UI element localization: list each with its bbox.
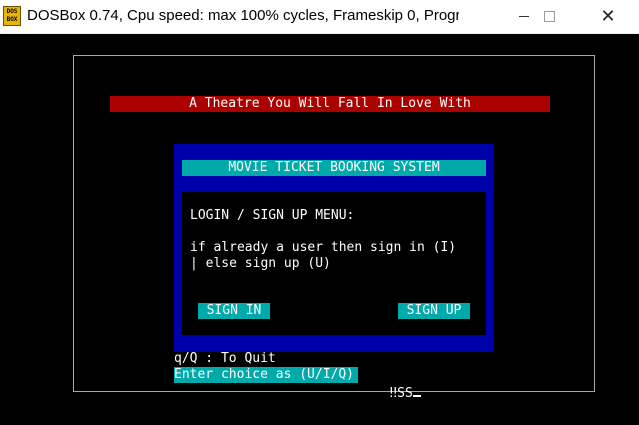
input-echo[interactable]: ‼SS — [358, 367, 421, 418]
quit-hint: q/Q : To Quit — [174, 351, 276, 366]
instruction-line-2: | else sign up (U) — [190, 256, 331, 271]
window-title: DOSBox 0.74, Cpu speed: max 100% cycles,… — [27, 7, 459, 24]
input-echo-text: ‼SS — [389, 386, 413, 401]
choice-prompt: Enter choice as (U/I/Q) — [174, 367, 355, 382]
menu-heading: LOGIN / SIGN UP MENU: — [190, 208, 355, 223]
dos-screen[interactable]: A Theatre You Will Fall In Love With MOV… — [0, 34, 639, 425]
dosbox-icon[interactable]: DOS BOX — [3, 6, 21, 26]
sign-up-button[interactable]: SIGN UP — [398, 303, 470, 319]
close-button[interactable]: ✕ — [585, 0, 631, 33]
banner: A Theatre You Will Fall In Love With — [110, 96, 550, 112]
maximize-button[interactable] — [526, 0, 572, 33]
menu-title: MOVIE TICKET BOOKING SYSTEM — [182, 160, 486, 176]
instruction-line-1: if already a user then sign in (I) — [190, 240, 457, 255]
text-cursor — [412, 383, 421, 397]
sign-in-button[interactable]: SIGN IN — [198, 303, 270, 319]
window-titlebar[interactable]: DOS BOX DOSBox 0.74, Cpu speed: max 100%… — [0, 0, 639, 34]
maximize-icon — [543, 11, 555, 22]
close-icon: ✕ — [600, 5, 616, 27]
